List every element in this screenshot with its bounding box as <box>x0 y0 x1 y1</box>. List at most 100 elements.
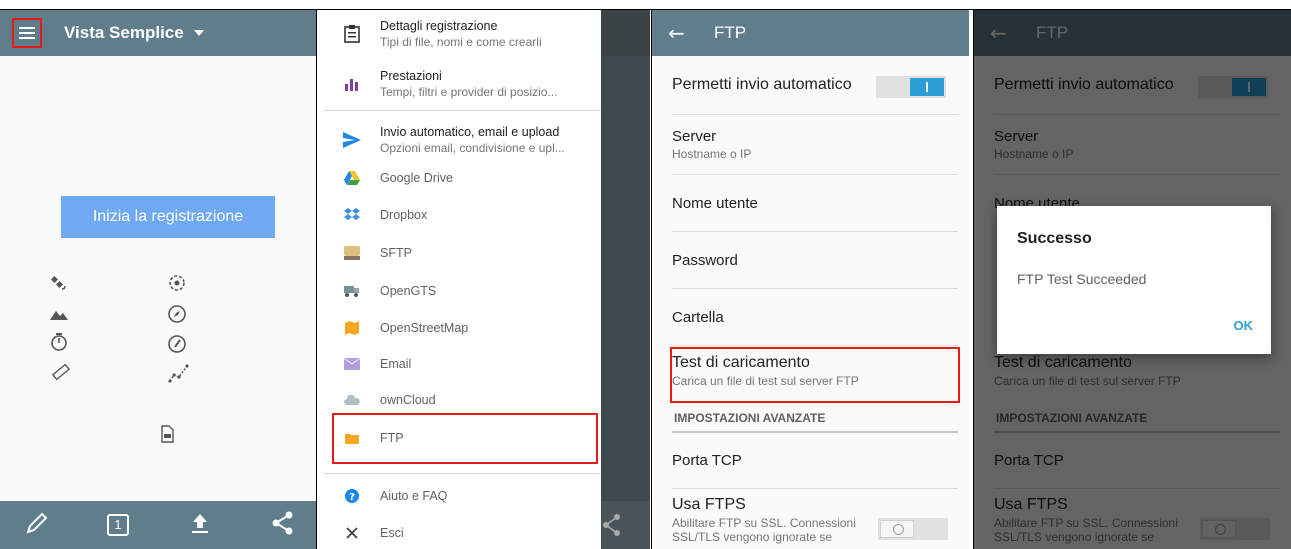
drawer-item-label: Esci <box>380 526 404 540</box>
auto-send-toggle[interactable] <box>876 76 946 98</box>
clipboard-icon <box>324 25 380 43</box>
pencil-annotate-icon[interactable] <box>22 510 52 540</box>
username-label: Nome utente <box>672 195 758 212</box>
row-divider <box>672 488 958 489</box>
speedometer-icon <box>166 334 188 356</box>
folder-row[interactable]: Cartella <box>672 309 958 326</box>
simple-view-panel: Vista Semplice Inizia la registrazione 1 <box>0 10 317 549</box>
use-ftps-row[interactable]: Usa FTPS Abilitare FTP su SSL. Connessio… <box>672 496 868 544</box>
drawer-item-dropbox[interactable]: Dropbox <box>324 204 601 226</box>
view-title[interactable]: Vista Semplice <box>64 23 184 43</box>
settings-app-bar: ← FTP <box>652 10 969 56</box>
row-divider <box>672 345 958 346</box>
row-divider <box>672 231 958 232</box>
drawer-item-label: OpenStreetMap <box>380 321 469 335</box>
test-upload-highlight-box <box>670 347 960 403</box>
help-icon: ? <box>324 489 380 503</box>
drawer-item-opengts[interactable]: OpenGTS <box>324 280 601 302</box>
ruler-distance-icon <box>50 362 72 384</box>
satellite-icon <box>48 274 70 296</box>
drawer-scrim[interactable] <box>601 10 650 549</box>
row-divider <box>672 114 958 115</box>
drawer-divider <box>324 473 601 474</box>
drawer-item-exit[interactable]: Esci <box>324 522 601 544</box>
dialog-title: Successo <box>1017 230 1092 247</box>
compass-icon <box>166 304 188 326</box>
server-subtitle: Hostname o IP <box>672 147 752 161</box>
success-dialog: Successo FTP Test Succeeded OK <box>997 206 1271 354</box>
drawer-item-label: SFTP <box>380 246 412 260</box>
map-icon <box>324 321 380 335</box>
send-icon <box>324 132 380 148</box>
drawer-item-label: Dropbox <box>380 208 428 222</box>
server-row[interactable]: Server Hostname o IP <box>672 128 958 161</box>
drawer-item-openstreetmap[interactable]: OpenStreetMap <box>324 317 601 339</box>
dialog-ok-button[interactable]: OK <box>1234 318 1254 333</box>
single-point-button[interactable]: 1 <box>107 514 129 536</box>
username-row[interactable]: Nome utente <box>672 195 958 212</box>
ftp-highlight-box <box>332 413 598 464</box>
drawer-item-subtitle: Tipi di file, nomi e come crearli <box>380 35 542 49</box>
dropbox-icon <box>324 208 380 222</box>
drawer-item-sftp[interactable]: SFTP <box>324 242 601 264</box>
drawer-item-label: Aiuto e FAQ <box>380 489 448 503</box>
drawer-item-google-drive[interactable]: Google Drive <box>324 167 601 189</box>
folder-label: Cartella <box>672 309 724 326</box>
advanced-section-header: IMPOSTAZIONI AVANZATE <box>674 411 826 425</box>
dropdown-caret-icon[interactable] <box>193 30 204 36</box>
navigation-drawer: Dettagli registrazione Tipi di file, nom… <box>324 10 601 549</box>
back-arrow-icon[interactable]: ← <box>668 21 692 45</box>
sftp-server-icon <box>324 246 380 260</box>
drawer-item-subtitle: Tempi, filtri e provider di posizio... <box>380 85 558 99</box>
share-icon[interactable] <box>268 510 298 540</box>
drawer-item-label: Google Drive <box>380 171 453 185</box>
google-drive-icon <box>324 171 380 185</box>
hamburger-menu-icon[interactable] <box>12 18 42 48</box>
settings-title: FTP <box>714 23 747 42</box>
drawer-item-label: Email <box>380 357 412 371</box>
use-ftps-toggle[interactable] <box>878 518 948 540</box>
row-divider <box>672 288 958 289</box>
drawer-item-subtitle: Opzioni email, condivisione e upl... <box>380 141 565 155</box>
drawer-item-title: Dettagli registrazione <box>380 19 498 33</box>
bar-chart-icon <box>324 77 380 91</box>
password-row[interactable]: Password <box>672 252 958 269</box>
drawer-item-label: OpenGTS <box>380 284 437 298</box>
ftp-settings-panel: ← FTP Permetti invio automatico Server H… <box>651 10 969 549</box>
section-divider <box>672 431 958 433</box>
drawer-item-log-details[interactable]: Dettagli registrazione Tipi di file, nom… <box>324 12 601 56</box>
drawer-item-email[interactable]: Email <box>324 353 601 375</box>
track-points-icon <box>168 362 190 384</box>
drawer-item-help[interactable]: ? Aiuto e FAQ <box>324 485 601 507</box>
truck-icon <box>324 285 380 297</box>
cloud-icon <box>324 395 380 405</box>
use-ftps-label: Usa FTPS <box>672 496 746 513</box>
terrain-altitude-icon <box>48 304 70 326</box>
app-bar: Vista Semplice <box>0 10 316 56</box>
password-label: Password <box>672 252 738 269</box>
scrim-appbar <box>601 10 650 56</box>
tcp-port-row[interactable]: Porta TCP <box>672 452 958 469</box>
drawer-item-title: Prestazioni <box>380 69 442 83</box>
bottom-toolbar: 1 <box>0 501 316 549</box>
ftp-settings-dialog-panel: ← FTP Permetti invio automatico Server H… <box>973 10 1291 549</box>
start-logging-button[interactable]: Inizia la registrazione <box>61 196 275 238</box>
drawer-item-performance[interactable]: Prestazioni Tempi, filtri e provider di … <box>324 62 601 106</box>
use-ftps-subtitle: Abilitare FTP su SSL. Connessioni SSL/TL… <box>672 516 856 544</box>
scrim-bottombar <box>601 501 650 549</box>
drawer-item-title: Invio automatico, email e upload <box>380 125 560 139</box>
drawer-item-auto-send[interactable]: Invio automatico, email e upload Opzioni… <box>324 118 601 162</box>
tcp-port-label: Porta TCP <box>672 452 742 469</box>
drawer-item-owncloud[interactable]: ownCloud <box>324 389 601 411</box>
row-divider <box>672 174 958 175</box>
file-gpx-icon <box>156 425 178 447</box>
dialog-message: FTP Test Succeeded <box>1017 271 1147 287</box>
close-icon <box>324 527 380 539</box>
drawer-divider <box>324 110 601 111</box>
location-accuracy-icon <box>166 273 188 295</box>
upload-icon[interactable] <box>185 510 215 540</box>
svg-text:?: ? <box>349 492 355 503</box>
drawer-item-label: ownCloud <box>380 393 436 407</box>
envelope-icon <box>324 358 380 370</box>
timer-icon <box>48 332 70 354</box>
